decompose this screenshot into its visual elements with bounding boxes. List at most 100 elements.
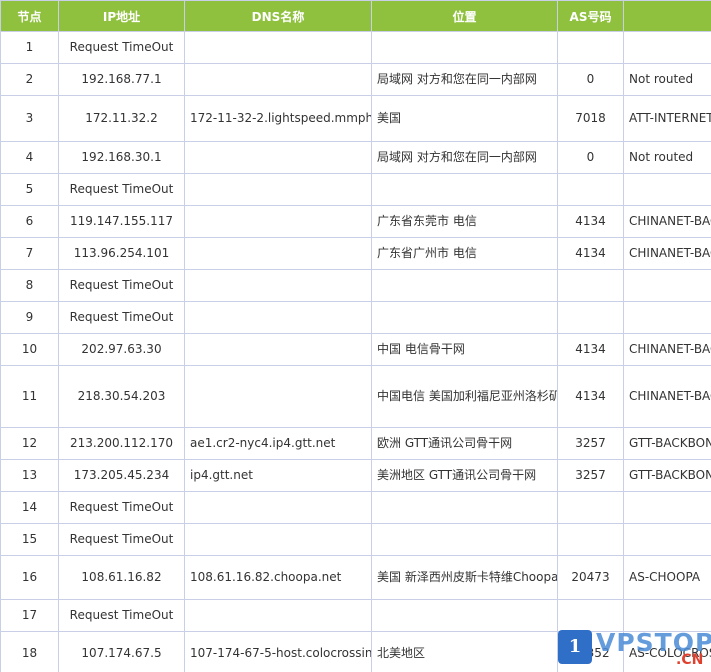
header-hop: 节点 [0,0,59,32]
cell-ip: Request TimeOut [58,269,185,302]
cell-hop: 4 [0,141,59,174]
cell-hop: 12 [0,427,59,460]
cell-hop: 6 [0,205,59,238]
cell-org: GTT-BACKBONE [623,459,711,492]
cell-dns: 108.61.16.82.choopa.net [184,555,372,600]
cell-as: 3257 [557,427,624,460]
cell-dns [184,205,372,238]
cell-location: 美国 新泽西州皮斯卡特维Choopa数据中心 [371,555,558,600]
cell-dns [184,301,372,334]
cell-org [623,523,711,556]
cell-location [371,523,558,556]
cell-as [557,523,624,556]
table-header-row: 节点 IP地址 DNS名称 位置 AS号码 [0,0,711,32]
cell-location [371,173,558,206]
cell-hop: 9 [0,301,59,334]
cell-dns [184,333,372,366]
cell-org: AS-CHOOPA [623,555,711,600]
cell-hop: 5 [0,173,59,206]
cell-ip: 113.96.254.101 [58,237,185,270]
cell-location: 广东省东莞市 电信 [371,205,558,238]
cell-as: 4134 [557,365,624,428]
watermark-badge: 1 [558,630,592,664]
cell-ip: 108.61.16.82 [58,555,185,600]
cell-as [557,269,624,302]
table-row: 15 Request TimeOut [0,523,711,556]
cell-org: Not routed [623,63,711,96]
cell-hop: 10 [0,333,59,366]
cell-org: CHINANET-BACKBONE [623,205,711,238]
cell-as: 3257 [557,459,624,492]
traceroute-table: 节点 IP地址 DNS名称 位置 AS号码 1 Request TimeOut 2 1… [0,0,711,672]
table-row: 13 173.205.45.234 ip4.gtt.net 美洲地区 GTT通讯公司骨… [0,459,711,492]
cell-org: CHINANET-BACKBONE [623,333,711,366]
cell-hop: 18 [0,631,59,672]
cell-location [371,599,558,632]
cell-location: 美国 [371,95,558,142]
cell-hop: 7 [0,237,59,270]
cell-dns: ip4.gtt.net [184,459,372,492]
cell-dns [184,523,372,556]
table-row: 6 119.147.155.117 广东省东莞市 电信 4134 CHINANET-BA… [0,205,711,238]
table-row: 4 192.168.30.1 局域网 对方和您在同一内部网 0 Not routed [0,141,711,174]
table-row: 3172.11.32.2172-11-32-2.lightspeed.mmpht… [0,95,711,142]
cell-org: ATT-INTERNET-4 [623,95,711,142]
cell-location [371,301,558,334]
cell-location: 中国 电信骨干网 [371,333,558,366]
cell-dns: 107-174-67-5-host.colocrossing.com [184,631,372,672]
cell-dns [184,599,372,632]
cell-ip: Request TimeOut [58,173,185,206]
cell-org [623,173,711,206]
table-row: 7113.96.254.101 广东省广州市 电信4134CHINANET-BAC… [0,237,711,270]
cell-location [371,31,558,64]
cell-hop: 1 [0,31,59,64]
cell-location: 广东省广州市 电信 [371,237,558,270]
cell-dns [184,173,372,206]
cell-hop: 14 [0,491,59,524]
cell-ip: 218.30.54.203 [58,365,185,428]
cell-dns: ae1.cr2-nyc4.ip4.gtt.net [184,427,372,460]
cell-dns: 172-11-32-2.lightspeed.mmphtn.sbcglobal.… [184,95,372,142]
cell-hop: 11 [0,365,59,428]
cell-dns [184,365,372,428]
cell-ip: Request TimeOut [58,31,185,64]
cell-location: 局域网 对方和您在同一内部网 [371,63,558,96]
cell-as: 4134 [557,237,624,270]
cell-location: 美洲地区 GTT通讯公司骨干网 [371,459,558,492]
cell-ip: 192.168.77.1 [58,63,185,96]
cell-ip: 213.200.112.170 [58,427,185,460]
cell-as: 0 [557,141,624,174]
table-row: 14 Request TimeOut [0,491,711,524]
cell-as: 4134 [557,205,624,238]
cell-hop: 2 [0,63,59,96]
cell-location: 局域网 对方和您在同一内部网 [371,141,558,174]
cell-ip: 202.97.63.30 [58,333,185,366]
table-row: 11218.30.54.203 中国电信 美国加利福尼亚州洛杉矶县帕萨迪纳市中国电… [0,365,711,428]
cell-hop: 15 [0,523,59,556]
cell-dns [184,141,372,174]
cell-dns [184,269,372,302]
cell-dns [184,237,372,270]
table-row: 8 Request TimeOut [0,269,711,302]
table-row: 2 192.168.77.1 局域网 对方和您在同一内部网 0 Not routed [0,63,711,96]
header-as: AS号码 [557,0,624,32]
cell-as [557,491,624,524]
cell-ip: Request TimeOut [58,523,185,556]
cell-org: CHINANET-BACKBONE [623,365,711,428]
header-org [623,0,711,32]
cell-as [557,31,624,64]
cell-org [623,269,711,302]
cell-as: 4134 [557,333,624,366]
vpstop-watermark: 1 VPSTOP .CN [556,624,711,672]
cell-ip: 107.174.67.5 [58,631,185,672]
cell-hop: 17 [0,599,59,632]
cell-as: 20473 [557,555,624,600]
table-row: 9 Request TimeOut [0,301,711,334]
cell-ip: 119.147.155.117 [58,205,185,238]
cell-ip: Request TimeOut [58,301,185,334]
cell-hop: 3 [0,95,59,142]
cell-org [623,301,711,334]
table-row: 1 Request TimeOut [0,31,711,64]
traceroute-page: 节点 IP地址 DNS名称 位置 AS号码 1 Request TimeOut 2 1… [0,0,711,672]
cell-org: GTT-BACKBONE [623,427,711,460]
